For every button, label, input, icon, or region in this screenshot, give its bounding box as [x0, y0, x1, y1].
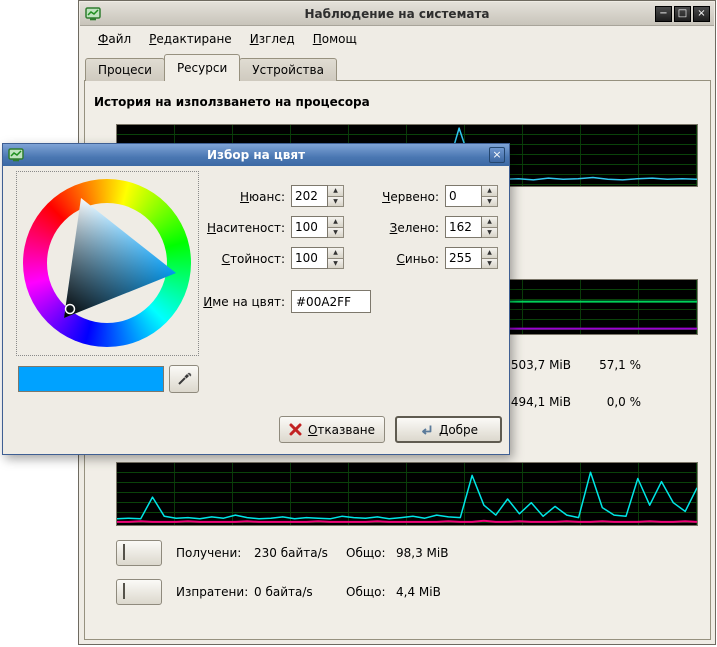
tab-processes[interactable]: Процеси — [85, 58, 165, 81]
tab-strip: Процеси Ресурси Устройства — [85, 54, 336, 81]
value-spinbox: ▲▼ — [291, 247, 345, 269]
blue-down-button[interactable]: ▼ — [482, 259, 498, 270]
menu-view[interactable]: Изглед — [241, 30, 304, 48]
minimize-button[interactable]: − — [655, 6, 672, 22]
window-controls: − □ × — [655, 6, 710, 22]
sent-color-button[interactable] — [116, 579, 162, 605]
swap-percent: 0,0 % — [579, 394, 641, 410]
color-preview — [18, 366, 164, 392]
green-label: Зелено: — [355, 218, 439, 238]
color-name-input[interactable] — [291, 290, 371, 313]
tab-devices[interactable]: Устройства — [239, 58, 337, 81]
eyedropper-icon — [176, 371, 192, 387]
red-spinbox: ▲▼ — [445, 185, 499, 207]
ok-button[interactable]: Добре — [395, 416, 502, 443]
hue-spinbox: ▲▼ — [291, 185, 345, 207]
memory-percent: 57,1 % — [579, 357, 641, 373]
received-color-button[interactable] — [116, 540, 162, 566]
ok-button-label: Добре — [439, 423, 478, 437]
cpu-history-heading: История на използването на процесора — [94, 95, 370, 109]
value-label: Стойност: — [183, 249, 285, 269]
saturation-label: Наситеност: — [183, 218, 285, 238]
received-color-swatch — [123, 544, 125, 560]
blue-up-button[interactable]: ▲ — [482, 247, 498, 259]
sent-total: 4,4 MiB — [396, 579, 441, 605]
received-label: Получени: — [176, 540, 241, 566]
saturation-input[interactable] — [291, 216, 328, 238]
green-down-button[interactable]: ▼ — [482, 228, 498, 239]
red-up-button[interactable]: ▲ — [482, 185, 498, 197]
hue-input[interactable] — [291, 185, 328, 207]
menu-help[interactable]: Помощ — [304, 30, 366, 48]
menu-file[interactable]: Файл — [89, 30, 140, 48]
cancel-button-label: Отказване — [308, 423, 375, 437]
blue-spinbox: ▲▼ — [445, 247, 499, 269]
hue-up-button[interactable]: ▲ — [328, 185, 344, 197]
menu-edit[interactable]: Редактиране — [140, 30, 241, 48]
ok-icon — [419, 423, 433, 437]
sent-label: Изпратени: — [176, 579, 248, 605]
sent-rate: 0 байта/s — [254, 579, 313, 605]
desktop: Наблюдение на системата − □ × Файл Редак… — [0, 0, 717, 647]
dialog-app-icon — [8, 147, 24, 163]
tab-resources[interactable]: Ресурси — [164, 54, 240, 81]
dialog-title: Избор на цвят — [207, 148, 305, 162]
received-total: 98,3 MiB — [396, 540, 448, 566]
cancel-button[interactable]: Отказване — [279, 416, 385, 443]
close-button[interactable]: × — [693, 6, 710, 22]
value-input[interactable] — [291, 247, 328, 269]
received-total-label: Общо: — [346, 540, 386, 566]
color-name-label: Име на цвят: — [183, 292, 285, 312]
hue-label: Нюанс: — [183, 187, 285, 207]
green-spinbox: ▲▼ — [445, 216, 499, 238]
sent-color-swatch — [123, 583, 125, 599]
dialog-titlebar[interactable]: Избор на цвят × — [3, 144, 509, 166]
value-up-button[interactable]: ▲ — [328, 247, 344, 259]
red-label: Червено: — [355, 187, 439, 207]
network-history-chart — [116, 462, 698, 526]
dialog-close-button[interactable]: × — [489, 147, 505, 163]
maximize-button[interactable]: □ — [674, 6, 691, 22]
saturation-value-triangle[interactable] — [23, 179, 191, 347]
red-down-button[interactable]: ▼ — [482, 197, 498, 208]
blue-input[interactable] — [445, 247, 482, 269]
green-input[interactable] — [445, 216, 482, 238]
red-input[interactable] — [445, 185, 482, 207]
received-rate: 230 байта/s — [254, 540, 328, 566]
saturation-down-button[interactable]: ▼ — [328, 228, 344, 239]
sent-total-label: Общо: — [346, 579, 386, 605]
system-monitor-app-icon — [85, 6, 101, 22]
saturation-spinbox: ▲▼ — [291, 216, 345, 238]
main-window-title: Наблюдение на системата — [304, 7, 489, 21]
green-up-button[interactable]: ▲ — [482, 216, 498, 228]
menubar: Файл Редактиране Изглед Помощ — [81, 27, 713, 50]
value-down-button[interactable]: ▼ — [328, 259, 344, 270]
hue-down-button[interactable]: ▼ — [328, 197, 344, 208]
main-titlebar[interactable]: Наблюдение на системата − □ × — [80, 2, 714, 26]
color-picker-dialog: Избор на цвят × — [2, 143, 510, 455]
eyedropper-button[interactable] — [169, 365, 199, 393]
cancel-x-icon — [289, 423, 302, 436]
saturation-up-button[interactable]: ▲ — [328, 216, 344, 228]
blue-label: Синьо: — [355, 249, 439, 269]
